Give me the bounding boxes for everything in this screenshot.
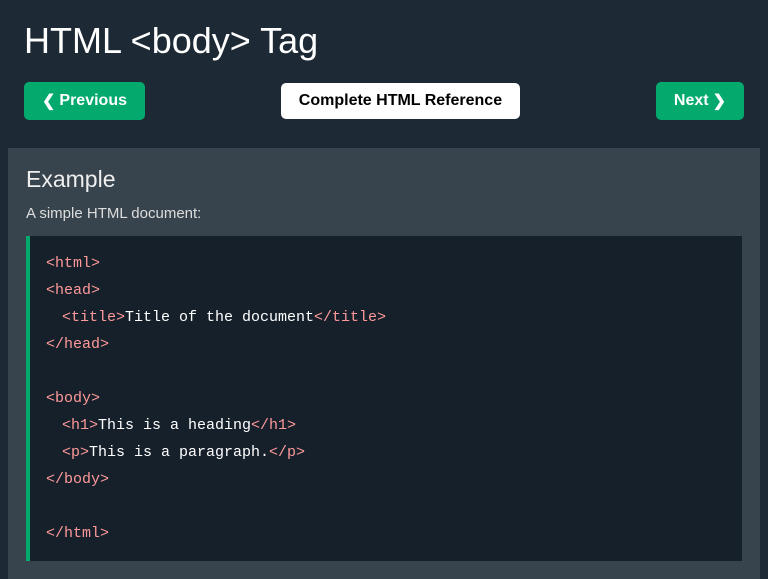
code-head-close: </head> <box>46 336 109 353</box>
page-title: HTML <body> Tag <box>0 0 768 70</box>
next-label: Next <box>674 92 709 110</box>
code-head-open: <head> <box>46 282 100 299</box>
code-p-open: <p> <box>62 444 89 461</box>
example-heading: Example <box>26 166 742 193</box>
code-p-close: </p> <box>269 444 305 461</box>
code-block: <html> <head> <title>Title of the docume… <box>26 236 742 561</box>
example-description: A simple HTML document: <box>26 205 742 222</box>
code-h1-open: <h1> <box>62 417 98 434</box>
code-title-open: <title> <box>62 309 125 326</box>
previous-label: Previous <box>59 92 127 110</box>
code-title-text: Title of the document <box>125 309 314 326</box>
example-section: Example A simple HTML document: <html> <… <box>8 148 760 579</box>
reference-label: Complete HTML Reference <box>299 92 502 110</box>
code-html-open: <html> <box>46 255 100 272</box>
code-html-close: </html> <box>46 525 109 542</box>
nav-row: ❮ Previous Complete HTML Reference Next … <box>0 70 768 148</box>
reference-button[interactable]: Complete HTML Reference <box>281 83 520 119</box>
chevron-right-icon: ❯ <box>713 91 726 111</box>
next-button[interactable]: Next ❯ <box>656 82 744 120</box>
code-title-close: </title> <box>314 309 386 326</box>
code-body-open: <body> <box>46 390 100 407</box>
previous-button[interactable]: ❮ Previous <box>24 82 145 120</box>
code-p-text: This is a paragraph. <box>89 444 269 461</box>
code-body-close: </body> <box>46 471 109 488</box>
chevron-left-icon: ❮ <box>42 91 55 111</box>
code-h1-text: This is a heading <box>98 417 251 434</box>
code-h1-close: </h1> <box>251 417 296 434</box>
